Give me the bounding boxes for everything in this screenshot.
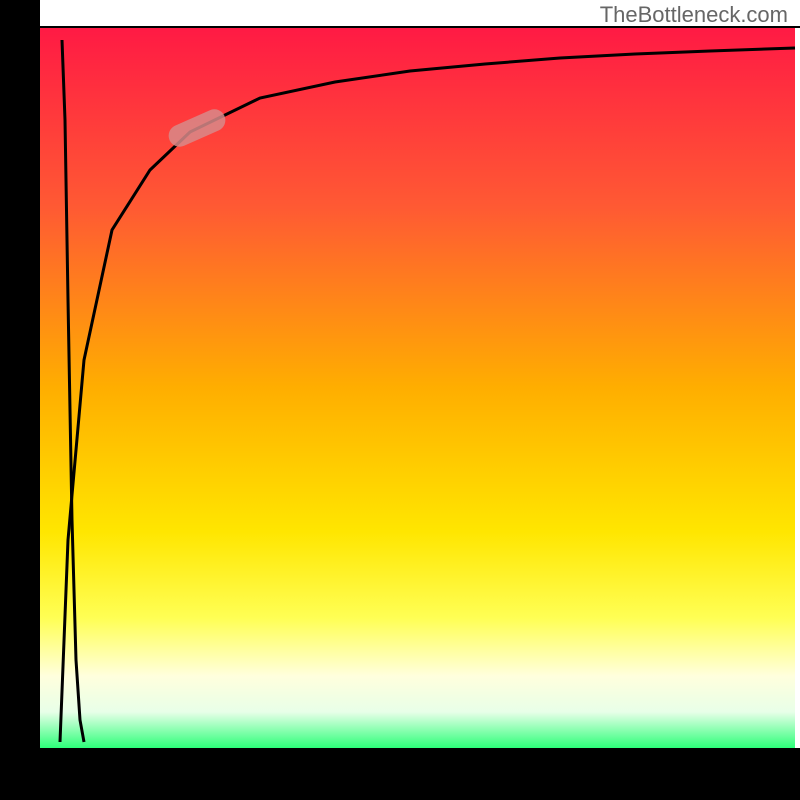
watermark-text: TheBottleneck.com bbox=[600, 2, 788, 28]
plot-background bbox=[40, 28, 795, 748]
chart-container bbox=[0, 0, 800, 800]
x-axis-band bbox=[0, 748, 800, 800]
chart-svg bbox=[0, 0, 800, 800]
y-axis-band bbox=[0, 0, 40, 780]
